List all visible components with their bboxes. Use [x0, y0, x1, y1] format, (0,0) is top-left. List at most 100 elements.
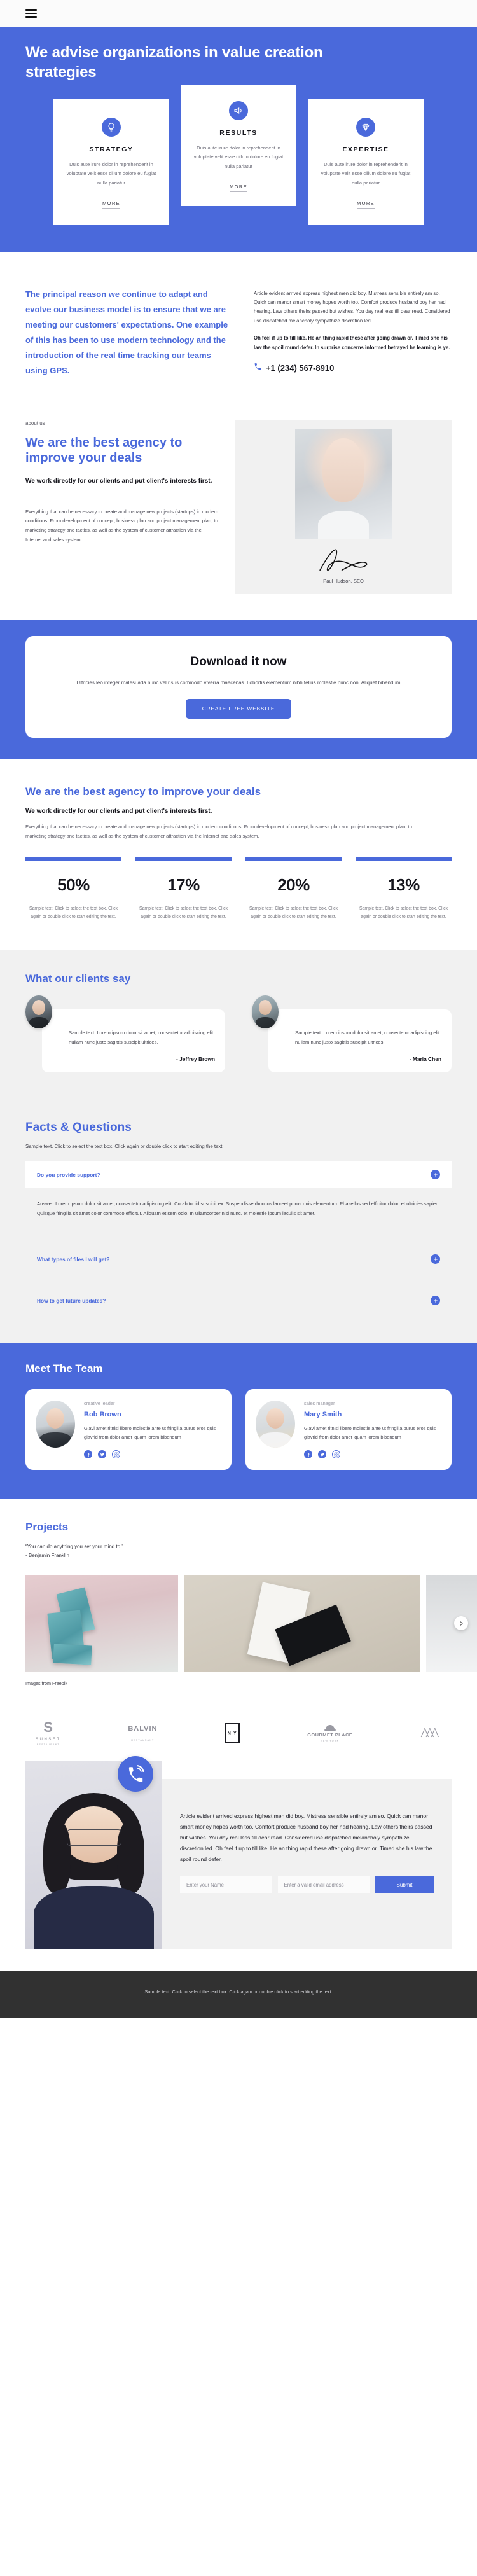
- logo-sunset-mark: S: [43, 1719, 53, 1736]
- contact-paragraph: Article evident arrived express highest …: [180, 1813, 432, 1863]
- stat-caption: Sample text. Click to select the text bo…: [139, 906, 228, 920]
- cloche-icon: [324, 1724, 336, 1731]
- testimonial-text: Sample text. Lorem ipsum dolor sit amet,…: [295, 1029, 440, 1045]
- logo-ny-text: N Y: [227, 1731, 237, 1736]
- service-card-results[interactable]: RESULTS Duis aute irure dolor in reprehe…: [181, 85, 296, 206]
- name-field[interactable]: [180, 1876, 272, 1894]
- testimonials-section: What our clients say Sample text. Lorem …: [0, 949, 477, 1101]
- stat-bar: [356, 857, 452, 862]
- download-section: Download it now Ultricies leo integer ma…: [0, 619, 477, 760]
- about-eyebrow: about us: [25, 420, 45, 426]
- stat-bar: [135, 857, 232, 862]
- plus-icon[interactable]: [431, 1296, 440, 1306]
- team-member-card: sales manager Mary Smith Glavi amet ritn…: [245, 1389, 452, 1471]
- stat-item: 13% Sample text. Click to select the tex…: [356, 857, 452, 922]
- faq-toggle[interactable]: What types of files I will get?: [25, 1245, 452, 1273]
- team-member-name: Mary Smith: [304, 1411, 342, 1419]
- logo-gourmet-place: GOURMET PLACE NEW YORK: [307, 1724, 353, 1742]
- team-member-role: sales manager: [304, 1401, 335, 1407]
- stat-caption: Sample text. Click to select the text bo…: [29, 906, 118, 920]
- project-slide-next[interactable]: [426, 1575, 477, 1672]
- freepik-link[interactable]: Freepik: [52, 1680, 67, 1686]
- service-card-expertise[interactable]: EXPERTISE Duis aute irure dolor in repre…: [308, 99, 424, 225]
- founder-portrait: [295, 429, 392, 539]
- stat-item: 20% Sample text. Click to select the tex…: [245, 857, 342, 922]
- plus-icon[interactable]: [431, 1254, 440, 1264]
- intro-left: The principal reason we continue to adap…: [25, 287, 232, 378]
- projects-section: Projects “You can do anything you set yo…: [0, 1499, 477, 1693]
- logo-gourmet-name: GOURMET PLACE: [307, 1731, 353, 1738]
- intro-paragraph-bold: Oh feel if up to till like. He an thing …: [254, 335, 450, 350]
- stat-item: 17% Sample text. Click to select the tex…: [135, 857, 232, 922]
- about-body: Everything that can be necessary to crea…: [25, 508, 219, 543]
- email-field[interactable]: [277, 1876, 370, 1894]
- footer-text: Sample text. Click to select the text bo…: [144, 1989, 333, 1995]
- faq-subtitle: Sample text. Click to select the text bo…: [25, 1144, 224, 1150]
- projects-quote-author: - Benjamin Franklin: [25, 1553, 69, 1559]
- hero-cards: STRATEGY Duis aute irure dolor in repreh…: [0, 85, 477, 251]
- faq-answer: Answer. Lorem ipsum dolor sit amet, cons…: [37, 1201, 440, 1217]
- faq-question: Do you provide support?: [37, 1171, 100, 1178]
- signature-caption: Paul Hudson, SEO: [323, 578, 364, 584]
- image-credit-prefix: Images from: [25, 1680, 52, 1687]
- twitter-icon[interactable]: [98, 1450, 106, 1459]
- chevron-right-icon[interactable]: [454, 1616, 468, 1631]
- team-section: Meet The Team creative leader Bob Brown …: [0, 1343, 477, 1500]
- contact-card: Article evident arrived express highest …: [25, 1761, 452, 1950]
- facebook-icon[interactable]: [304, 1450, 312, 1459]
- service-card-strategy[interactable]: STRATEGY Duis aute irure dolor in repreh…: [53, 99, 169, 225]
- create-free-website-button[interactable]: CREATE FREE WEBSITE: [185, 699, 292, 719]
- card-title: RESULTS: [219, 129, 258, 137]
- testimonial-author: - Maria Chen: [409, 1056, 441, 1063]
- projects-carousel[interactable]: [0, 1575, 477, 1672]
- team-member-role: creative leader: [84, 1401, 115, 1407]
- card-more-link[interactable]: MORE: [356, 200, 375, 209]
- download-text: Ultricies leo integer malesuada nunc vel…: [76, 679, 401, 686]
- card-more-link[interactable]: MORE: [229, 184, 248, 192]
- about-section: about us We are the best agency to impro…: [0, 409, 477, 620]
- plus-icon[interactable]: [431, 1170, 440, 1180]
- projects-heading: Projects: [25, 1521, 69, 1534]
- stat-bar: [245, 857, 342, 862]
- contact-section: Article evident arrived express highest …: [0, 1756, 477, 1971]
- twitter-icon[interactable]: [318, 1450, 326, 1459]
- submit-button[interactable]: Submit: [375, 1876, 434, 1894]
- hamburger-menu-icon[interactable]: [25, 9, 37, 18]
- phone-number-text: +1 (234) 567-8910: [266, 363, 335, 373]
- project-slide-book-covers[interactable]: [25, 1575, 178, 1672]
- intro-right: Article evident arrived express highest …: [254, 287, 452, 378]
- social-links: [84, 1450, 221, 1459]
- avatar: [252, 995, 279, 1028]
- phone-call-icon[interactable]: [118, 1756, 153, 1792]
- testimonials-row: Sample text. Lorem ipsum dolor sit amet,…: [25, 995, 452, 1073]
- team-member-bio: Glavi amet ritnisl libero molestie ante …: [84, 1425, 216, 1441]
- instagram-icon[interactable]: [332, 1450, 340, 1459]
- card-text: Duis aute irure dolor in reprehenderit i…: [321, 162, 411, 186]
- faq-item: How to get future updates?: [25, 1287, 452, 1314]
- testimonial-card: Sample text. Lorem ipsum dolor sit amet,…: [42, 1009, 225, 1073]
- megaphone-icon: [229, 101, 248, 121]
- intro-section: The principal reason we continue to adap…: [0, 252, 477, 409]
- facebook-icon[interactable]: [84, 1450, 92, 1459]
- card-title: STRATEGY: [89, 146, 134, 154]
- logo-balvin: BALVIN RESTAURANT: [128, 1725, 158, 1742]
- about-heading: We are the best agency to improve your d…: [25, 435, 183, 466]
- intro-paragraph: Article evident arrived express highest …: [254, 290, 450, 324]
- top-navbar: [0, 0, 477, 27]
- logo-balvin-sub: RESTAURANT: [131, 1739, 155, 1742]
- faq-toggle[interactable]: Do you provide support?: [25, 1161, 452, 1189]
- stat-bar: [25, 857, 121, 862]
- avatar: [256, 1401, 295, 1448]
- instagram-icon[interactable]: [112, 1450, 120, 1459]
- team-member-name: Bob Brown: [84, 1411, 121, 1419]
- testimonial-text: Sample text. Lorem ipsum dolor sit amet,…: [69, 1029, 214, 1045]
- phone-number[interactable]: +1 (234) 567-8910: [254, 363, 452, 373]
- stats-lead: Everything that can be necessary to crea…: [25, 823, 412, 839]
- logo-sunset-sub: RESTAURANT: [36, 1743, 60, 1747]
- project-slide-business-cards[interactable]: [184, 1575, 420, 1672]
- download-title: Download it now: [190, 654, 287, 668]
- card-text: Duis aute irure dolor in reprehenderit i…: [193, 145, 284, 169]
- faq-toggle[interactable]: How to get future updates?: [25, 1287, 452, 1314]
- team-heading: Meet The Team: [25, 1362, 103, 1375]
- card-more-link[interactable]: MORE: [102, 200, 121, 209]
